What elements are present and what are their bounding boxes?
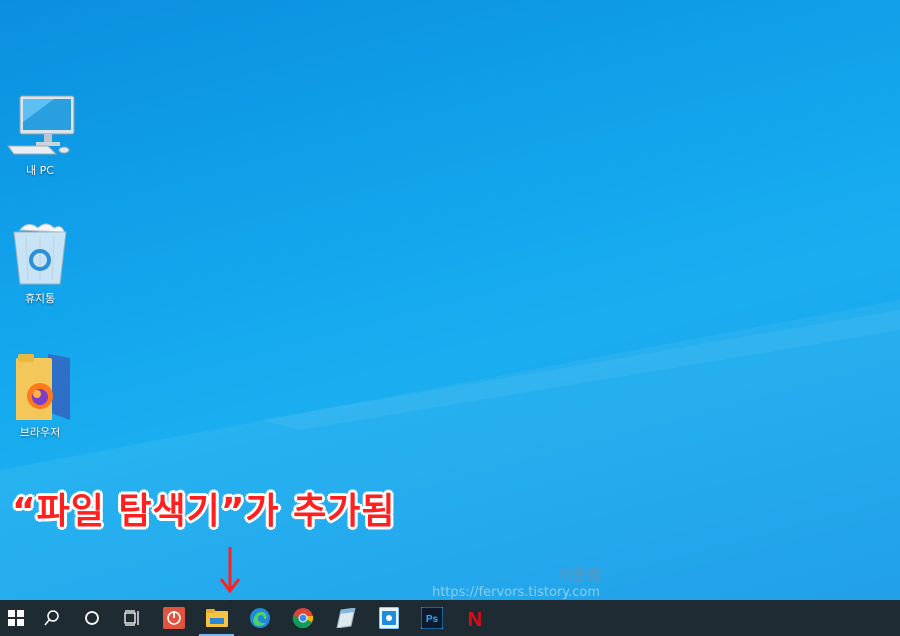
- computer-icon: [7, 95, 75, 155]
- watermark: 쉬운쌤 https://fervors.tistory.com: [420, 566, 600, 602]
- search-icon: [44, 610, 59, 626]
- edge-icon: [249, 608, 270, 628]
- cortana-button[interactable]: [72, 600, 112, 636]
- task-view-button[interactable]: [112, 600, 152, 636]
- notepad-app-icon: [335, 608, 356, 628]
- netflix-icon: N: [467, 609, 481, 629]
- watermark-name: 쉬운쌤: [558, 566, 600, 584]
- search-button[interactable]: [32, 600, 72, 636]
- power-app-icon: [162, 607, 185, 629]
- desktop-icon-recycle-bin[interactable]: 휴지통: [0, 220, 80, 306]
- browser-folder-icon: [16, 354, 70, 420]
- annotation-text: “파일 탐색기”가 추가됨: [12, 491, 396, 532]
- control-app-icon: [378, 607, 399, 629]
- taskbar-app-chrome[interactable]: [281, 600, 324, 636]
- taskbar-app-photoshop[interactable]: Ps: [410, 600, 453, 636]
- taskbar-app-edge[interactable]: [238, 600, 281, 636]
- taskbar-app-power[interactable]: [152, 600, 195, 636]
- cortana-icon: [85, 611, 99, 625]
- recycle-bin-icon: [13, 223, 67, 285]
- taskbar-app-notepad[interactable]: [324, 600, 367, 636]
- task-view-icon: [124, 610, 139, 626]
- windows-start-icon: [8, 610, 24, 626]
- netflix-label: N: [467, 609, 481, 629]
- start-button[interactable]: [0, 600, 32, 636]
- desktop-icon-this-pc[interactable]: 내 PC: [0, 92, 80, 178]
- photoshop-label: Ps: [425, 614, 438, 625]
- desktop-icon-label: 휴지통: [24, 292, 56, 305]
- taskbar-app-control[interactable]: [367, 600, 410, 636]
- file-explorer-icon: [205, 609, 228, 627]
- arrow-down-icon: [219, 547, 241, 594]
- taskbar-app-file-explorer[interactable]: [195, 600, 238, 636]
- desktop-icon-label: 내 PC: [26, 164, 54, 177]
- desktop-icon-browser-folder[interactable]: 브라우저: [0, 350, 80, 440]
- chrome-icon: [292, 608, 313, 629]
- photoshop-icon: Ps: [420, 607, 443, 629]
- taskbar-app-netflix[interactable]: N: [453, 600, 496, 636]
- desktop-icon-label: 브라우저: [19, 426, 61, 439]
- taskbar: Ps N: [0, 600, 900, 636]
